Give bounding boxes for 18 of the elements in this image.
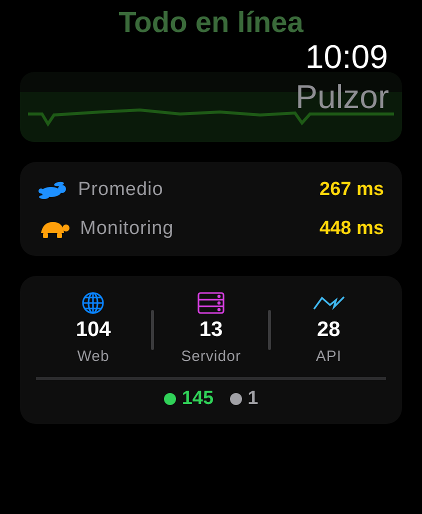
monitor-count: 104 — [76, 318, 111, 342]
status-count: 1 — [248, 388, 258, 410]
status-count: 145 — [182, 388, 214, 410]
metric-label: Promedio — [78, 178, 164, 200]
monitor-label: Web — [77, 348, 110, 365]
metric-value: 448 ms — [320, 218, 384, 240]
metric-label: Monitoring — [80, 218, 175, 240]
app-name: Pulzor — [295, 78, 389, 116]
monitor-count: 13 — [199, 318, 223, 342]
monitor-label: Servidor — [181, 348, 241, 365]
status-title: Todo en línea — [118, 7, 304, 40]
metric-value: 267 ms — [320, 178, 384, 200]
server-icon — [197, 292, 225, 314]
clock-time: 10:09 — [305, 38, 388, 76]
globe-icon — [81, 291, 106, 315]
pulse-icon — [312, 295, 345, 311]
monitor-label: API — [316, 348, 342, 365]
monitor-count: 28 — [317, 318, 340, 342]
